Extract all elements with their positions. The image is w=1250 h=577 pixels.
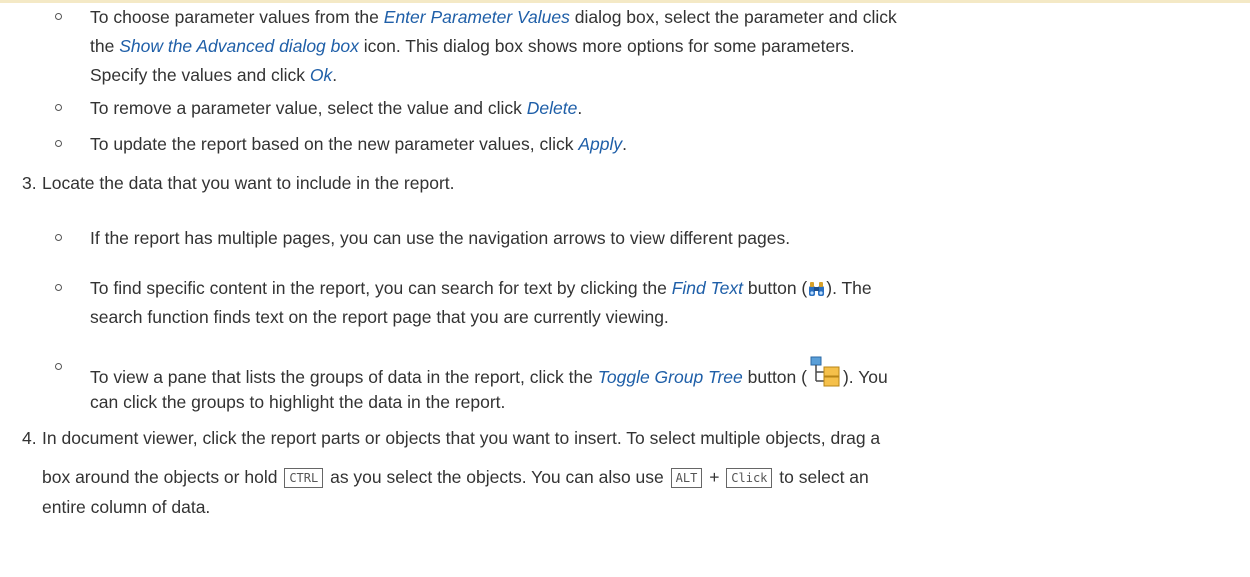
text: . [622,134,627,154]
bullet-marker [55,363,62,370]
group-tree-icon [808,355,842,395]
text: box around the objects or hold [42,467,283,487]
bullet-update-report: To update the report based on the new pa… [90,132,627,156]
bullet-toggle-group-tree-line2: can click the groups to highlight the da… [90,392,506,412]
text: as you select the objects. You can also … [325,467,669,487]
bullet-remove-param: To remove a parameter value, select the … [90,96,582,120]
text: the [90,36,120,56]
text: . [577,98,583,118]
step4-line3: entire column of data. [42,497,211,517]
text: ). You [842,367,888,387]
ui-term-enter-parameter-values: Enter Parameter Values [383,7,570,27]
text: To view a pane that lists the groups of … [90,367,598,387]
bullet-marker [55,13,62,20]
text: to select an [774,467,869,487]
ui-term-apply: Apply [578,134,623,154]
bullet-choose-param-line3: Specify the values and click Ok. [90,63,337,87]
key-ctrl: CTRL [284,468,324,488]
step3-text: Locate the data that you want to include… [42,173,455,193]
bullet-toggle-group-tree-line1: To view a pane that lists the groups of … [90,355,888,395]
text: . [332,65,338,85]
bullet-marker [55,284,62,291]
text: + [704,467,725,487]
text: Specify the values and click [90,65,310,85]
bullet-find-text-line1: To find specific content in the report, … [90,276,872,304]
bullet-choose-param-line1: To choose parameter values from the Ente… [90,5,897,29]
text: button ( [743,278,808,298]
text: To update the report based on the new pa… [90,134,579,154]
text: ). The [826,278,872,298]
text: button ( [742,367,807,387]
ui-term-find-text: Find Text [671,278,744,298]
key-click: Click [726,468,773,488]
bullet-marker [55,234,62,241]
bullet-choose-param-line2: the Show the Advanced dialog box icon. T… [90,34,855,58]
key-alt: ALT [670,468,703,488]
top-highlight-bar [0,0,1250,3]
ui-term-toggle-group-tree: Toggle Group Tree [597,367,743,387]
bullet-marker [55,104,62,111]
bullet-find-text-line2: search function finds text on the report… [90,307,669,327]
text: icon. This dialog box shows more options… [358,36,855,56]
text: To remove a parameter value, select the … [90,98,527,118]
ui-term-show-advanced-dialog: Show the Advanced dialog box [119,36,359,56]
step-number: 3. [22,173,37,193]
step-number: 4. [22,428,37,448]
step4-line1: In document viewer, click the report par… [42,428,881,448]
bullet-navigation-arrows: If the report has multiple pages, you ca… [90,228,791,248]
ui-term-delete: Delete [526,98,578,118]
text: To find specific content in the report, … [90,278,672,298]
step4-line2: box around the objects or hold CTRL as y… [42,465,869,489]
text: To choose parameter values from the [90,7,384,27]
ui-term-ok: Ok [309,65,333,85]
bullet-marker [55,140,62,147]
text: dialog box, select the parameter and cli… [569,7,897,27]
binoculars-icon [808,280,825,304]
